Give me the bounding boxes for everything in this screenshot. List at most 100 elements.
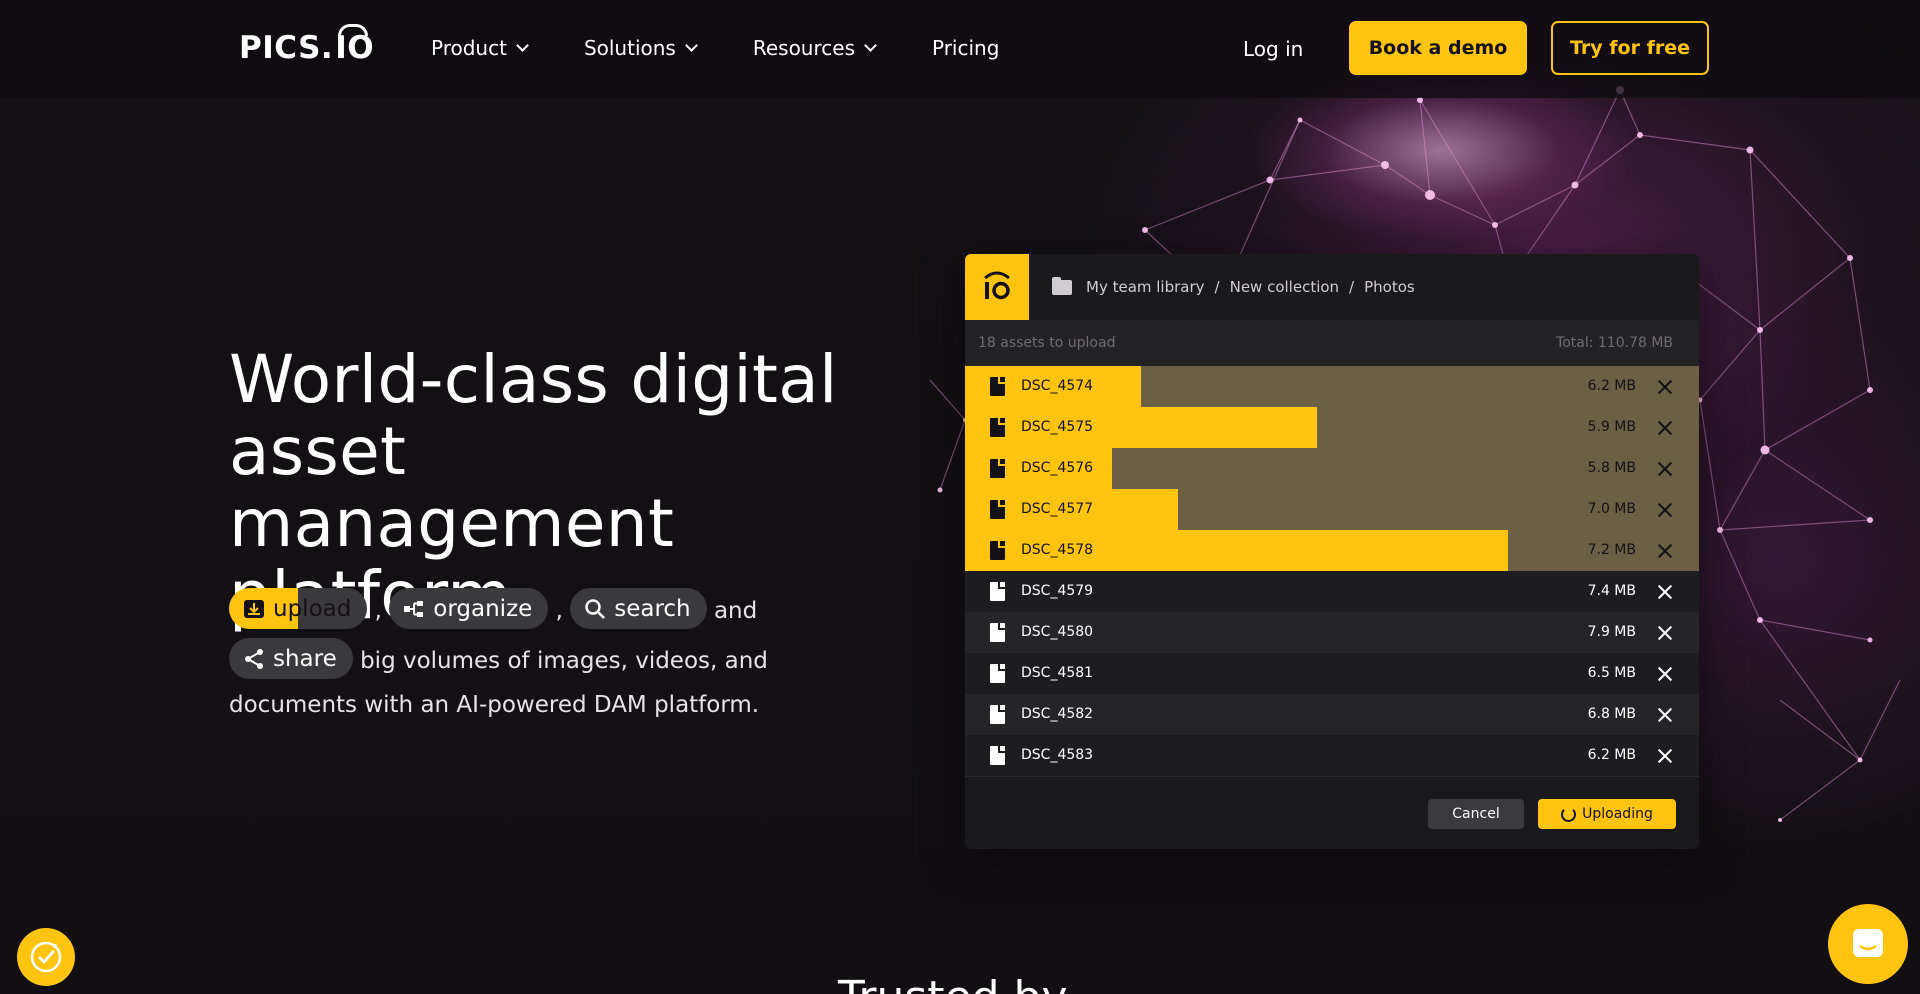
cookie-icon — [30, 941, 62, 973]
upload-file-row: DSC_4578 7.2 MB — [965, 530, 1699, 571]
try-free-button[interactable]: Try for free — [1551, 21, 1709, 75]
breadcrumb-item[interactable]: Photos — [1364, 278, 1415, 296]
breadcrumb-item[interactable]: New collection — [1230, 278, 1339, 296]
chat-widget-button[interactable] — [1828, 904, 1908, 984]
file-name: DSC_4578 — [1021, 542, 1094, 558]
file-name: DSC_4577 — [1021, 501, 1094, 517]
close-icon[interactable] — [1657, 502, 1673, 518]
chevron-down-icon — [516, 39, 529, 52]
nav-item-pricing[interactable]: Pricing — [932, 36, 999, 60]
file-icon — [990, 664, 1005, 683]
nav-item-solutions[interactable]: Solutions — [584, 36, 698, 60]
file-name: DSC_4575 — [1021, 419, 1094, 435]
dialog-header: My team library / New collection / Photo… — [965, 254, 1699, 320]
share-chip: share — [229, 638, 353, 679]
upload-file-list: DSC_4574 6.2 MB DSC_4575 5.9 MB DSC_4576 5.8 … — [965, 366, 1699, 776]
file-icon — [990, 500, 1005, 519]
file-name: DSC_4583 — [1021, 747, 1094, 763]
upload-icon — [244, 599, 264, 618]
nav-item-product[interactable]: Product — [431, 36, 529, 60]
chip-label: upload — [273, 595, 352, 622]
hero-description-line: documents with an AI-powered DAM platfor… — [229, 692, 760, 718]
cookie-settings-button[interactable] — [17, 928, 75, 986]
nav-item-label: Product — [431, 36, 507, 60]
file-size: 6.5 MB — [1587, 665, 1636, 681]
total-size: Total: 110.78 MB — [1556, 335, 1673, 351]
chat-icon — [1853, 929, 1883, 957]
search-chip: search — [570, 588, 707, 629]
file-icon — [990, 377, 1005, 396]
file-icon — [990, 582, 1005, 601]
spinner-icon — [1561, 806, 1577, 822]
organize-icon — [404, 600, 424, 617]
top-navigation: PICS. IO Product Solutions Resources Pric… — [0, 0, 1920, 98]
close-icon[interactable] — [1657, 420, 1673, 436]
upload-summary-bar: 18 assets to upload Total: 110.78 MB — [965, 320, 1699, 366]
file-icon — [990, 459, 1005, 478]
hero-title-line: asset management — [229, 413, 675, 562]
file-size: 6.2 MB — [1587, 747, 1636, 763]
chevron-down-icon — [864, 39, 877, 52]
hero-description-line: big volumes of images, videos, and — [360, 648, 768, 674]
file-name: DSC_4581 — [1021, 665, 1094, 681]
nav-item-resources[interactable]: Resources — [752, 36, 877, 60]
file-size: 6.2 MB — [1587, 378, 1636, 394]
hero-title-line: World-class digital — [229, 341, 838, 418]
file-name: DSC_4574 — [1021, 378, 1094, 394]
pics-io-logo[interactable]: PICS. IO — [239, 24, 374, 66]
upload-file-row: DSC_4580 7.9 MB — [965, 612, 1699, 653]
file-size: 7.4 MB — [1587, 583, 1636, 599]
upload-file-row: DSC_4581 6.5 MB — [965, 653, 1699, 694]
search-icon — [585, 598, 606, 619]
uploading-button[interactable]: Uploading — [1538, 799, 1676, 829]
upload-progress-fill — [965, 407, 1317, 448]
close-icon[interactable] — [1657, 707, 1673, 723]
breadcrumb-separator: / — [1349, 278, 1355, 296]
file-name: DSC_4582 — [1021, 706, 1094, 722]
uploading-label: Uploading — [1582, 806, 1653, 822]
close-icon[interactable] — [1657, 666, 1673, 682]
logo-prefix: PICS. — [239, 30, 334, 66]
upload-file-row: DSC_4574 6.2 MB — [965, 366, 1699, 407]
file-name: DSC_4580 — [1021, 624, 1094, 640]
chip-label: share — [273, 645, 337, 672]
chevron-down-icon — [684, 39, 698, 52]
upload-file-row: DSC_4582 6.8 MB — [965, 694, 1699, 735]
file-size: 5.8 MB — [1587, 460, 1636, 476]
file-size: 7.9 MB — [1587, 624, 1636, 640]
nav-item-label: Pricing — [931, 36, 1000, 60]
hero-subtitle: upload , organize , search and share big… — [229, 586, 809, 730]
close-icon[interactable] — [1657, 748, 1673, 764]
folder-icon — [1052, 276, 1072, 295]
file-size: 7.2 MB — [1587, 542, 1636, 558]
close-icon[interactable] — [1657, 543, 1673, 559]
organize-chip: organize — [389, 588, 549, 629]
breadcrumb-separator: / — [1214, 278, 1220, 296]
file-icon — [990, 705, 1005, 724]
file-icon — [990, 623, 1005, 642]
upload-file-row: DSC_4579 7.4 MB — [965, 571, 1699, 612]
logo-io-mark: IO — [335, 24, 374, 66]
breadcrumb-item[interactable]: My team library — [1086, 278, 1205, 296]
close-icon[interactable] — [1657, 625, 1673, 641]
file-name: DSC_4576 — [1021, 460, 1094, 476]
close-icon[interactable] — [1657, 379, 1673, 395]
upload-file-row: DSC_4583 6.2 MB — [965, 735, 1699, 776]
nav-item-label: Resources — [752, 36, 855, 60]
close-icon[interactable] — [1657, 584, 1673, 600]
file-size: 7.0 MB — [1587, 501, 1636, 517]
separator-comma: , — [555, 598, 563, 624]
login-link[interactable]: Log in — [1243, 37, 1303, 61]
breadcrumb: My team library / New collection / Photo… — [1052, 276, 1415, 296]
trusted-by-heading: Trusted by — [838, 972, 1068, 994]
connector-and: and — [713, 598, 758, 624]
assets-count: 18 assets to upload — [978, 335, 1116, 351]
cancel-button[interactable]: Cancel — [1428, 799, 1524, 829]
file-name: DSC_4579 — [1021, 583, 1094, 599]
share-icon — [245, 648, 263, 669]
book-demo-button[interactable]: Book a demo — [1349, 21, 1527, 75]
close-icon[interactable] — [1657, 461, 1673, 477]
upload-chip: upload — [229, 588, 368, 629]
file-icon — [990, 541, 1005, 560]
separator-comma: , — [374, 598, 382, 624]
